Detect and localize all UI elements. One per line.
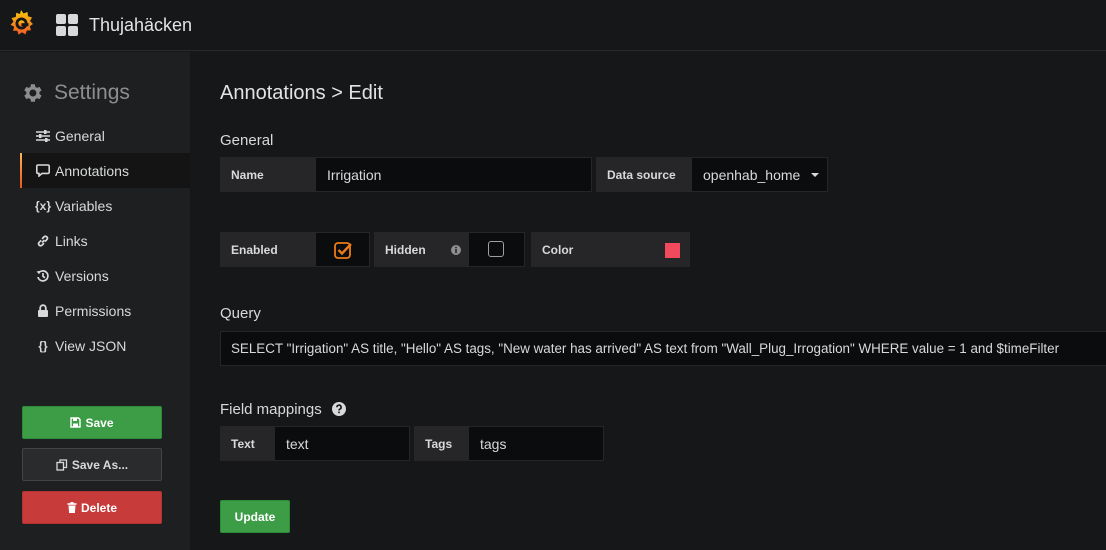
caret-down-icon (811, 173, 819, 177)
annotation-editor: Annotations > Edit General Name Irrigati… (190, 52, 1106, 550)
lock-icon (35, 303, 51, 319)
update-button[interactable]: Update (220, 500, 290, 533)
general-heading: General (220, 132, 274, 149)
sidebar-item-label: General (55, 127, 105, 144)
settings-title: Settings (54, 81, 130, 104)
sidebar-item-label: View JSON (55, 337, 127, 354)
sidebar-item-label: Annotations (55, 162, 129, 179)
tags-mapping-input[interactable]: tags (468, 426, 604, 461)
sidebar-item-label: Links (55, 232, 88, 249)
delete-button[interactable]: Delete (22, 491, 162, 524)
trash-icon (67, 502, 77, 513)
info-icon[interactable] (451, 245, 461, 255)
hidden-label-text: Hidden (385, 242, 426, 257)
sidebar-item-permissions[interactable]: Permissions (20, 293, 190, 328)
save-button[interactable]: Save (22, 406, 162, 439)
name-input[interactable]: Irrigation (315, 157, 592, 192)
sidebar-item-general[interactable]: General (20, 118, 190, 153)
grafana-logo-icon[interactable] (6, 8, 36, 38)
text-mapping-label: Text (220, 426, 274, 461)
color-label: Color (531, 232, 653, 267)
datasource-label: Data source (596, 157, 691, 192)
link-icon (35, 233, 51, 249)
sidebar-item-label: Versions (55, 267, 109, 284)
sidebar-item-view-json[interactable]: {} View JSON (20, 328, 190, 363)
settings-nav: General Annotations {x} Variables Links … (20, 118, 190, 363)
query-input[interactable]: SELECT "Irrigation" AS title, "Hello" AS… (220, 331, 1106, 366)
tags-mapping-label: Tags (414, 426, 468, 461)
dashboard-apps-icon[interactable] (56, 14, 78, 36)
comment-icon (35, 163, 51, 179)
enabled-label: Enabled (220, 232, 315, 267)
color-swatch (665, 243, 680, 258)
sliders-icon (35, 128, 51, 144)
query-heading: Query (220, 305, 261, 322)
hidden-label: Hidden (374, 232, 468, 267)
copy-icon (56, 458, 68, 471)
save-as-button-label: Save As... (71, 457, 129, 472)
floppy-icon (70, 417, 82, 428)
save-button-label: Save (85, 415, 114, 430)
delete-button-label: Delete (80, 500, 118, 515)
checkbox-unchecked-icon (488, 241, 504, 257)
history-icon (35, 268, 51, 284)
question-circle-icon[interactable] (331, 402, 346, 416)
field-mappings-heading: Field mappings (220, 401, 346, 419)
text-mapping-input[interactable]: text (274, 426, 410, 461)
save-as-button[interactable]: Save As... (22, 448, 162, 481)
sidebar-item-label: Permissions (55, 302, 132, 319)
gear-icon (24, 84, 42, 102)
datasource-value: openhab_home (703, 166, 801, 183)
sidebar-item-variables[interactable]: {x} Variables (20, 188, 190, 223)
settings-sidebar: Settings General Annotations {x} Variabl… (0, 52, 190, 550)
enabled-switch[interactable] (315, 232, 370, 267)
json-icon: {} (38, 338, 48, 353)
datasource-select[interactable]: openhab_home (691, 157, 828, 192)
page-title: Annotations > Edit (220, 82, 383, 104)
sidebar-item-versions[interactable]: Versions (20, 258, 190, 293)
sidebar-item-annotations[interactable]: Annotations (20, 153, 190, 188)
color-picker[interactable] (653, 232, 690, 267)
checkbox-checked-icon (334, 242, 352, 259)
sidebar-item-label: Variables (55, 197, 113, 214)
variable-icon: {x} (35, 198, 52, 213)
sidebar-item-links[interactable]: Links (20, 223, 190, 258)
dashboard-title[interactable]: Thujahäcken (89, 14, 192, 36)
hidden-switch[interactable] (468, 232, 525, 267)
name-label: Name (220, 157, 315, 192)
top-navbar: Thujahäcken (0, 0, 1106, 51)
field-mappings-heading-text: Field mappings (220, 401, 322, 418)
